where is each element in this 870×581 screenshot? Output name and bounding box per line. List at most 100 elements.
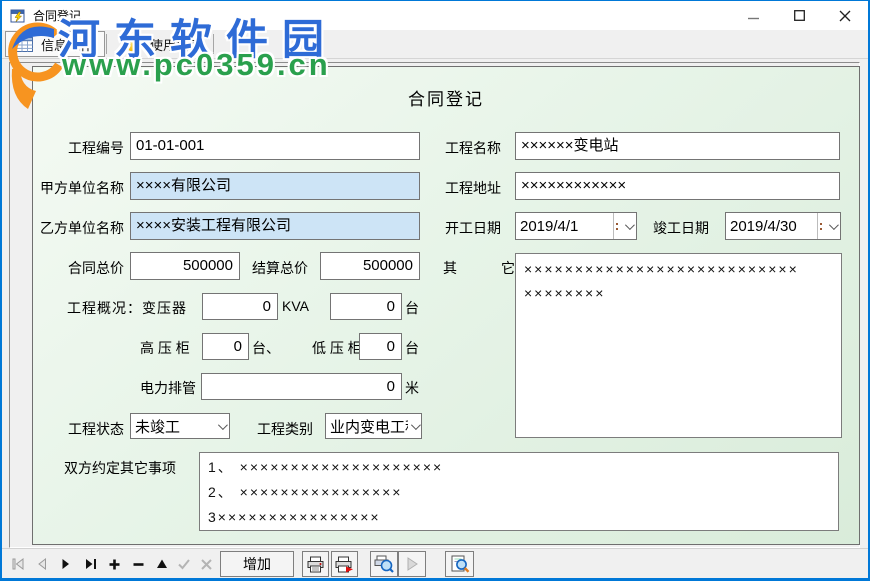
title-bar: 合同登记 [2, 1, 868, 30]
party-a-input[interactable]: ××××有限公司 [130, 172, 420, 200]
nav-next-button[interactable] [54, 552, 78, 576]
nav-prior-icon [35, 558, 49, 570]
duct-input[interactable]: 0 [201, 373, 402, 400]
nav-prior-button[interactable] [30, 552, 54, 576]
end-date-dropdown-button[interactable] [824, 223, 840, 230]
maximize-button[interactable] [776, 1, 822, 30]
duct-label: 电力排管 [140, 378, 196, 398]
window-title: 合同登记 [33, 7, 730, 24]
minimize-button[interactable] [730, 1, 776, 30]
hv-cabinet-input[interactable]: 0 [202, 333, 249, 360]
status-select[interactable]: 未竣工 [130, 413, 230, 439]
info-operation-label: 信息操作 [41, 35, 93, 54]
chevron-down-icon [624, 220, 634, 230]
kva-input[interactable]: 0 [202, 293, 278, 320]
print-preview-button[interactable] [370, 551, 398, 577]
project-no-input[interactable]: 01-01-001 [130, 132, 420, 160]
combo-divider [817, 213, 818, 239]
party-a-label: 甲方单位名称 [33, 178, 124, 198]
form-title: 合同登记 [33, 85, 859, 110]
end-date-label: 竣工日期 [653, 218, 709, 238]
chevron-down-icon [411, 420, 421, 430]
duct-unit-label: 米 [405, 378, 419, 398]
help-icon: ? [126, 36, 142, 52]
nav-first-button[interactable] [6, 552, 30, 576]
lv-cabinet-label: 低 压 柜 [312, 338, 362, 358]
category-label: 工程类别 [257, 419, 313, 439]
project-name-input[interactable]: ××××××变电站 [515, 132, 840, 160]
app-icon [10, 8, 26, 24]
transformer-unit-label: 台 [405, 298, 419, 318]
combo-grip [616, 223, 618, 225]
app-window: 合同登记 信息操作 ? [0, 0, 870, 581]
other-label-left: 其 [443, 258, 457, 278]
start-date-label: 开工日期 [445, 218, 501, 238]
kva-unit-label: KVA [282, 298, 309, 314]
nav-delete-button[interactable] [126, 552, 150, 576]
address-input[interactable]: ×××××××××××× [515, 172, 840, 200]
contract-total-input[interactable]: 500000 [130, 252, 240, 280]
print-preview-icon [374, 555, 394, 573]
print-export-icon [335, 556, 354, 573]
search-document-icon [450, 555, 470, 573]
nav-cancel-button[interactable] [194, 552, 218, 576]
add-record-button[interactable]: 增加 [220, 551, 294, 577]
end-date-picker[interactable]: 2019/4/30 [725, 212, 841, 240]
close-icon [839, 10, 851, 22]
status-value: 未竣工 [131, 416, 213, 437]
project-name-label: 工程名称 [445, 138, 501, 158]
start-date-dropdown-button[interactable] [620, 223, 636, 230]
start-date-value: 2019/4/1 [516, 218, 613, 235]
close-button[interactable] [822, 1, 868, 30]
combo-divider [613, 213, 614, 239]
info-operation-button[interactable]: 信息操作 [5, 31, 105, 57]
nav-edit-button[interactable] [150, 552, 174, 576]
transformer-count-input[interactable]: 0 [330, 293, 402, 320]
maximize-icon [794, 10, 805, 21]
hv-cabinet-label: 高 压 柜 [140, 338, 190, 358]
category-select[interactable]: 业内变电工程 [325, 413, 422, 439]
print-export-button[interactable] [331, 551, 358, 577]
status-label: 工程状态 [33, 419, 124, 439]
nav-post-button[interactable] [172, 552, 196, 576]
table-icon [16, 37, 33, 52]
lv-cabinet-input[interactable]: 0 [359, 333, 402, 360]
agreement-textarea[interactable]: 1、 ×××××××××××××××××××× 2、 ×××××××××××××… [199, 452, 839, 531]
other-label-right: 它 [501, 258, 515, 278]
category-value: 业内变电工程 [326, 416, 408, 437]
agreement-label: 双方约定其它事项 [64, 458, 176, 478]
nav-insert-icon [108, 558, 121, 571]
party-b-input[interactable]: ××××安装工程有限公司 [130, 212, 420, 240]
overview-label: 工程概况：变压器 [67, 298, 187, 318]
nav-cancel-icon [200, 558, 213, 571]
nav-first-icon [11, 558, 26, 570]
client-area: 合同登记 工程编号 01-01-001 工程名称 ××××××变电站 甲方单位名… [2, 59, 868, 549]
status-dropdown-button[interactable] [213, 423, 229, 430]
nav-last-icon [83, 558, 98, 570]
toolbar-separator [106, 34, 107, 54]
nav-next-icon [59, 558, 73, 570]
chevron-down-icon [828, 220, 838, 230]
print-icon [306, 556, 325, 573]
contract-form-panel: 合同登记 工程编号 01-01-001 工程名称 ××××××变电站 甲方单位名… [32, 66, 860, 545]
project-no-label: 工程编号 [33, 138, 124, 158]
other-textarea[interactable]: ××××××××××××××××××××××××××× ×××××××× [515, 253, 842, 438]
chevron-down-icon [217, 420, 227, 430]
nav-edit-icon [155, 558, 169, 570]
start-date-picker[interactable]: 2019/4/1 [515, 212, 637, 240]
user-guide-button[interactable]: ? 使用指南 [116, 31, 212, 57]
play-button[interactable] [398, 551, 426, 577]
lv-unit-label: 台 [405, 338, 419, 358]
nav-post-icon [177, 558, 191, 570]
end-date-value: 2019/4/30 [726, 218, 817, 235]
search-document-button[interactable] [445, 551, 474, 577]
combo-grip [820, 223, 822, 225]
settle-total-input[interactable]: 500000 [320, 252, 420, 280]
nav-insert-button[interactable] [102, 552, 126, 576]
toolbar-separator [213, 34, 214, 54]
category-dropdown-button[interactable] [408, 423, 421, 430]
nav-last-button[interactable] [78, 552, 102, 576]
print-button[interactable] [302, 551, 329, 577]
main-toolbar: 信息操作 ? 使用指南 [2, 30, 868, 59]
hv-unit-label: 台、 [252, 338, 280, 358]
